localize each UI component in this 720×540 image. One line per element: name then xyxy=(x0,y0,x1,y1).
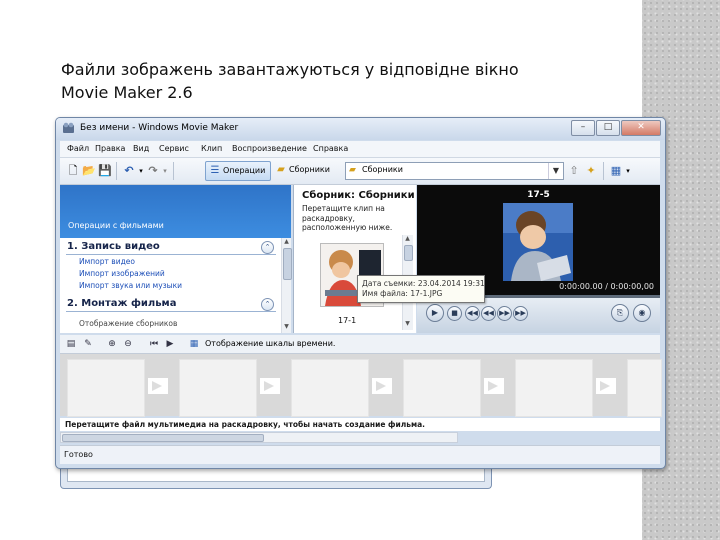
collection-pane: Сборник: Сборники Перетащите клип на рас… xyxy=(293,185,416,333)
collections-button[interactable]: ▰ Сборники xyxy=(272,161,338,179)
snapshot-icon[interactable]: ◉ xyxy=(633,304,651,322)
import-video-link[interactable]: Импорт видео xyxy=(79,257,135,266)
storyboard-hint: Перетащите файл мультимедиа на раскадров… xyxy=(60,418,660,431)
main-toolbar: 🗋 📂 💾 ↶ ▾ ↷ ▾ ☰ Операции ▰ Сборники ▰ Сб… xyxy=(60,158,660,185)
movie-maker-window: Без имени - Windows Movie Maker – □ ✕ Фа… xyxy=(55,117,666,469)
tasks-scrollbar[interactable]: ▲ ▼ xyxy=(281,238,292,333)
previous-frame-icon[interactable]: ◀◀ xyxy=(465,306,480,321)
menu-bar: Файл Правка Вид Сервис Клип Воспроизведе… xyxy=(60,141,660,158)
storyboard-scrollbar[interactable] xyxy=(60,432,458,443)
rewind-icon[interactable]: ◀◀ xyxy=(481,306,496,321)
split-clip-icon[interactable]: ⎘ xyxy=(611,304,629,322)
storyboard-settings-icon[interactable]: ▤ xyxy=(65,338,77,350)
menu-edit[interactable]: Правка xyxy=(95,144,125,153)
view-dropdown-icon[interactable]: ▾ xyxy=(621,164,635,178)
movie-tasks-pane: Операции с фильмами 1. Запись видео ⌃ Им… xyxy=(60,185,292,333)
collection-description: Перетащите клип на раскадровку, располож… xyxy=(302,204,393,232)
minimize-button[interactable]: – xyxy=(571,120,595,136)
up-folder-icon[interactable]: ⇧ xyxy=(567,164,581,178)
operations-button[interactable]: ☰ Операции xyxy=(205,161,271,181)
transition-arrow-icon[interactable] xyxy=(484,376,504,396)
collapse-icon[interactable]: ⌃ xyxy=(261,298,274,311)
new-project-icon[interactable]: 🗋 xyxy=(66,164,80,178)
zoom-out-icon[interactable]: ⊖ xyxy=(122,338,134,350)
menu-help[interactable]: Справка xyxy=(313,144,348,153)
transition-arrow-icon[interactable] xyxy=(372,376,392,396)
maximize-button[interactable]: □ xyxy=(596,120,620,136)
menu-playback[interactable]: Воспроизведение xyxy=(232,144,307,153)
section-capture-heading[interactable]: 1. Запись видео xyxy=(67,241,160,252)
monitor-preview-image xyxy=(503,203,573,281)
stop-icon[interactable]: ■ xyxy=(447,306,462,321)
storyboard-slot[interactable] xyxy=(627,359,662,417)
storyboard-toolbar: ▤ ✎ ⊕ ⊖ ⏮ ▶ ▦ Отображение шкалы времени. xyxy=(60,335,660,354)
show-collections-link[interactable]: Отображение сборников xyxy=(79,319,177,328)
scroll-down-icon[interactable]: ▼ xyxy=(403,320,412,327)
status-text: Готово xyxy=(64,450,93,459)
window-title: Без имени - Windows Movie Maker xyxy=(80,123,239,133)
menu-view[interactable]: Вид xyxy=(133,144,149,153)
narration-icon[interactable]: ✎ xyxy=(82,338,94,350)
zoom-in-icon[interactable]: ⊕ xyxy=(106,338,118,350)
transition-arrow-icon[interactable] xyxy=(596,376,616,396)
open-project-icon[interactable]: 📂 xyxy=(82,164,96,178)
section-edit-heading[interactable]: 2. Монтаж фильма xyxy=(67,298,176,309)
operations-icon: ☰ xyxy=(210,165,220,176)
status-bar: Готово xyxy=(60,445,660,464)
menu-clip[interactable]: Клип xyxy=(201,144,222,153)
storyboard-slot[interactable] xyxy=(403,359,481,417)
collection-title: Сборник: Сборники xyxy=(302,190,415,201)
save-project-icon[interactable]: 💾 xyxy=(98,164,112,178)
folder-icon: ▰ xyxy=(349,165,356,175)
slide-heading-line1: Файли зображень завантажуються у відпові… xyxy=(61,60,519,79)
storyboard-slot[interactable] xyxy=(515,359,593,417)
collection-select[interactable]: ▰ Сборники ▼ xyxy=(345,162,564,180)
clip-tooltip: Дата съемки: 23.04.2014 19:31 Имя файла:… xyxy=(357,275,485,303)
playback-controls: ▶ ■ ◀◀ ◀◀ ▶▶ ▶▶ ⎘ ◉ xyxy=(417,298,660,333)
new-collection-icon[interactable]: ✦ xyxy=(584,164,598,178)
storyboard-slot[interactable] xyxy=(67,359,145,417)
timeline-toggle-label[interactable]: Отображение шкалы времени. xyxy=(205,339,335,348)
storyboard-slot[interactable] xyxy=(179,359,257,417)
scroll-down-icon[interactable]: ▼ xyxy=(282,323,291,330)
monitor-clip-label: 17-5 xyxy=(527,190,550,200)
chevron-down-icon[interactable]: ▼ xyxy=(548,163,563,179)
slide-heading-line2: Movie Maker 2.6 xyxy=(61,83,193,102)
scroll-up-icon[interactable]: ▲ xyxy=(403,235,412,242)
forward-icon[interactable]: ▶▶ xyxy=(497,306,512,321)
menu-file[interactable]: Файл xyxy=(67,144,89,153)
movie-maker-app-icon xyxy=(63,122,74,133)
timeline-toggle-icon[interactable]: ▦ xyxy=(188,338,200,350)
title-bar[interactable]: Без имени - Windows Movie Maker – □ ✕ xyxy=(56,118,665,140)
transition-arrow-icon[interactable] xyxy=(260,376,280,396)
folder-icon: ▰ xyxy=(277,164,285,175)
tooltip-filename: Имя файла: 17-1.JPG xyxy=(362,289,443,298)
import-images-link[interactable]: Импорт изображений xyxy=(79,269,165,278)
clip-caption: 17-1 xyxy=(338,316,357,325)
play-storyboard-icon[interactable]: ▶ xyxy=(164,338,176,350)
scroll-up-icon[interactable]: ▲ xyxy=(282,238,291,245)
rewind-storyboard-icon[interactable]: ⏮ xyxy=(148,338,160,350)
import-audio-link[interactable]: Импорт звука или музыки xyxy=(79,281,182,290)
play-icon[interactable]: ▶ xyxy=(426,304,444,322)
next-frame-icon[interactable]: ▶▶ xyxy=(513,306,528,321)
transition-arrow-icon[interactable] xyxy=(148,376,168,396)
collapse-icon[interactable]: ⌃ xyxy=(261,241,274,254)
tooltip-date: Дата съемки: 23.04.2014 19:31 xyxy=(362,279,485,288)
storyboard-slot[interactable] xyxy=(291,359,369,417)
preview-monitor: 17-5 о 0:00:00.00 / 0:00:00,00 ▶ ■ ◀◀ ◀◀… xyxy=(417,185,660,333)
redo-dropdown-icon[interactable]: ▾ xyxy=(158,164,172,178)
menu-service[interactable]: Сервис xyxy=(159,144,189,153)
close-button[interactable]: ✕ xyxy=(621,120,661,136)
tasks-pane-title: Операции с фильмами xyxy=(68,221,164,230)
slide-heading: Файли зображень завантажуються у відпові… xyxy=(61,58,519,104)
monitor-time-readout: 0:00:00.00 / 0:00:00,00 xyxy=(559,282,654,291)
storyboard[interactable] xyxy=(60,354,662,417)
